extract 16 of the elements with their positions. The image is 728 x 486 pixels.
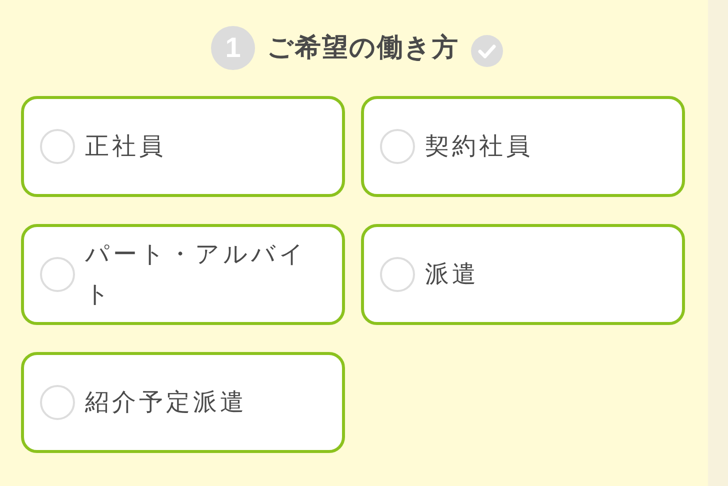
option-label: 正社員: [85, 132, 166, 162]
option-label: 紹介予定派遣: [85, 388, 247, 418]
option-card[interactable]: 契約社員: [361, 96, 685, 197]
option-card[interactable]: 派遣: [361, 224, 685, 325]
option-card[interactable]: 紹介予定派遣: [21, 352, 345, 453]
radio-button[interactable]: [40, 129, 75, 164]
option-card[interactable]: 正社員: [21, 96, 345, 197]
radio-button[interactable]: [380, 129, 415, 164]
radio-button[interactable]: [380, 257, 415, 292]
option-label: パート・アルバイト: [85, 240, 308, 310]
radio-button[interactable]: [40, 385, 75, 420]
option-label: 派遣: [425, 260, 479, 290]
radio-button[interactable]: [40, 257, 75, 292]
option-card[interactable]: パート・アルバイト: [21, 224, 345, 325]
option-label: 契約社員: [425, 132, 533, 162]
section-title: ご希望の働き方: [267, 31, 459, 64]
